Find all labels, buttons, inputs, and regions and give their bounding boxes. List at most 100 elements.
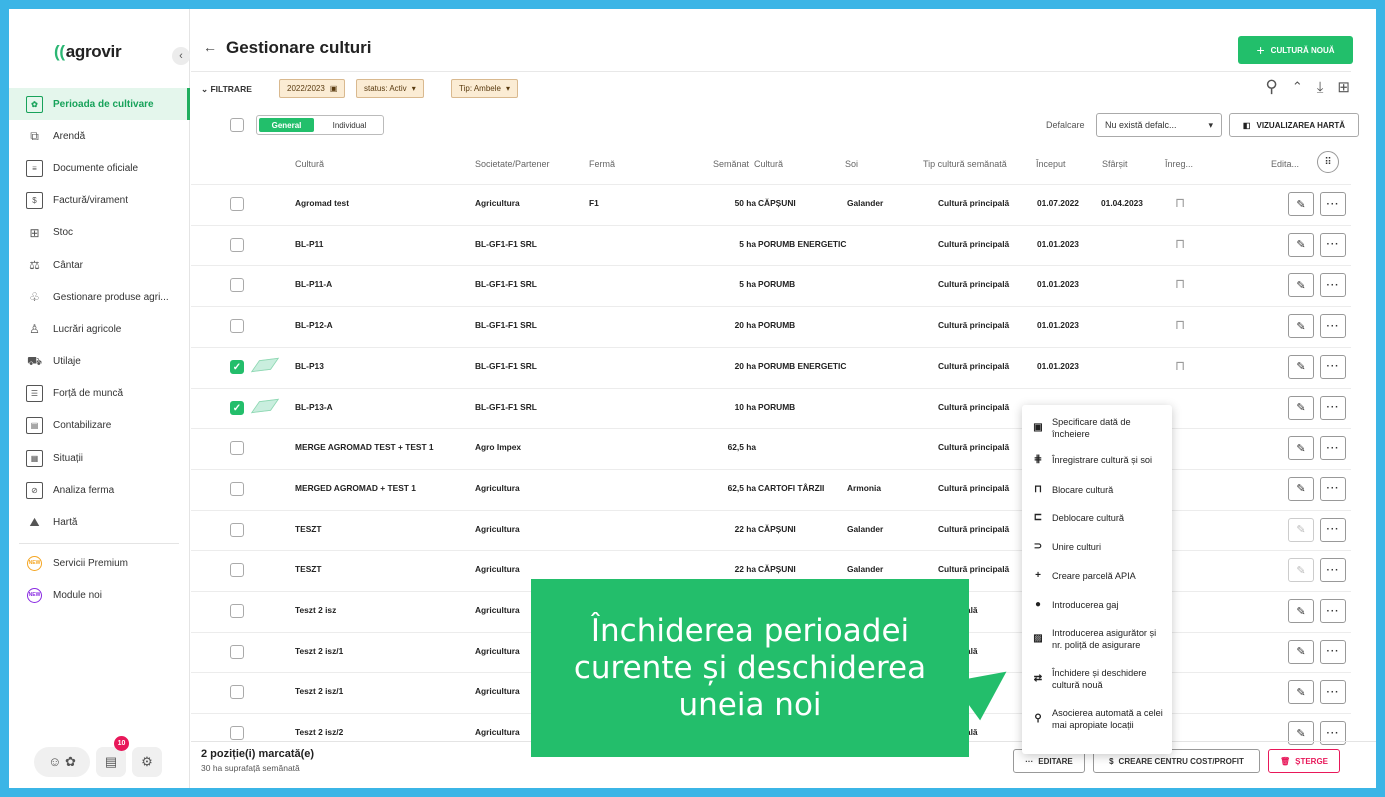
sidebar-item-analiza-ferma[interactable]: ⊘ Analiza ferma: [9, 474, 190, 506]
menu-item-creare-parcela[interactable]: + Creare parcelă APIA: [1022, 561, 1172, 590]
settings-button[interactable]: ⚙: [132, 747, 162, 777]
filter-chip-type[interactable]: Tip: Ambele ▾: [451, 79, 518, 98]
row-more-button[interactable]: ···: [1320, 354, 1346, 379]
tab-general[interactable]: General: [259, 118, 314, 132]
row-checkbox[interactable]: [230, 237, 244, 252]
sidebar-item-utilaje[interactable]: ⛟ Utilaje: [9, 346, 190, 378]
menu-item-asigurator[interactable]: ▨ Introducerea asigurător și nr. poliță d…: [1022, 619, 1172, 659]
menu-item-specificare[interactable]: ▣ Specificare dată de încheiere: [1022, 411, 1172, 445]
col-header-semanat[interactable]: Semănat: [713, 159, 749, 169]
menu-item-blocare[interactable]: ⊓ Blocare cultură: [1022, 475, 1172, 504]
row-more-button[interactable]: ···: [1320, 436, 1346, 461]
sidebar-item-lucrari-agricole[interactable]: ♙ Lucrări agricole: [9, 313, 190, 345]
messages-button[interactable]: ▤ 10: [96, 736, 129, 777]
row-checkbox[interactable]: [230, 522, 244, 537]
edit-row-button[interactable]: ✎: [1288, 517, 1314, 542]
row-more-button[interactable]: ···: [1320, 599, 1346, 623]
user-avatar[interactable]: ☺ ✿: [34, 747, 90, 777]
row-more-button[interactable]: ···: [1320, 476, 1346, 501]
col-header-tip[interactable]: Tip cultură semănată: [923, 159, 1007, 169]
delete-button[interactable]: 🗑 ȘTERGE: [1268, 749, 1340, 773]
filter-toggle[interactable]: ⌄ FILTRARE: [201, 84, 252, 95]
select-all-checkbox[interactable]: [230, 118, 244, 132]
row-checkbox[interactable]: [230, 726, 244, 741]
sidebar-item-harta[interactable]: ⛰ Hartă: [9, 506, 190, 538]
col-header-inreg[interactable]: Înreg...: [1165, 159, 1193, 169]
row-more-button[interactable]: ···: [1320, 639, 1346, 664]
menu-item-unire[interactable]: ⊃ Unire culturi: [1022, 532, 1172, 561]
row-checkbox[interactable]: [230, 644, 244, 659]
search-icon[interactable]: ⚲: [1265, 77, 1277, 97]
row-checkbox[interactable]: [230, 278, 244, 293]
edit-row-button[interactable]: ✎: [1288, 639, 1314, 664]
edit-row-button[interactable]: ✎: [1288, 192, 1314, 216]
app-logo[interactable]: ((agrovir: [54, 42, 122, 62]
column-settings-button[interactable]: ⠿: [1317, 151, 1339, 173]
col-header-cultura-2[interactable]: Cultură: [754, 159, 783, 169]
edit-row-button[interactable]: ✎: [1288, 599, 1314, 623]
row-more-button[interactable]: ···: [1320, 680, 1346, 705]
row-more-button[interactable]: ···: [1320, 314, 1346, 339]
row-checkbox[interactable]: [230, 563, 244, 578]
row-checkbox[interactable]: [230, 481, 244, 496]
menu-item-inchidere-deschidere[interactable]: ⇄ Închidere și deschidere cultură nouă: [1022, 659, 1172, 699]
sidebar-item-stoc[interactable]: ⊞ Stoc: [9, 217, 190, 249]
col-header-sfarsit[interactable]: Sfârșit: [1102, 159, 1128, 169]
sidebar-item-forta-de-munca[interactable]: ☰ Forță de muncă: [9, 378, 190, 410]
edit-row-button[interactable]: ✎: [1288, 354, 1314, 379]
tab-individual[interactable]: Individual: [316, 116, 383, 134]
menu-item-deblocare[interactable]: ⊏ Deblocare cultură: [1022, 504, 1172, 532]
row-more-button[interactable]: ···: [1320, 192, 1346, 216]
col-header-inceput[interactable]: Început: [1036, 159, 1066, 169]
download-icon[interactable]: ⤓: [1317, 79, 1324, 96]
sidebar-item-cantar[interactable]: ⚖ Cântar: [9, 249, 190, 281]
col-header-cultura[interactable]: Cultură: [295, 159, 324, 169]
unlock-icon[interactable]: ⊓: [1175, 276, 1185, 292]
sidebar-item-factura[interactable]: $ Factură/virament: [9, 185, 190, 217]
filter-chip-period[interactable]: 2022/2023 ▣: [279, 79, 346, 98]
map-view-button[interactable]: ◧ VIZUALIZAREA HARTĂ: [1229, 113, 1359, 137]
edit-row-button[interactable]: ✎: [1288, 232, 1314, 257]
sidebar-item-arenda[interactable]: ⧉ Arendă: [9, 120, 190, 152]
row-checkbox[interactable]: [230, 197, 244, 211]
unlock-icon[interactable]: ⊓: [1175, 317, 1185, 333]
row-more-button[interactable]: ···: [1320, 395, 1346, 420]
col-header-soi[interactable]: Soi: [845, 159, 858, 169]
sidebar-item-perioada-de-cultivare[interactable]: ✿ Perioada de cultivare: [9, 88, 190, 121]
row-more-button[interactable]: ···: [1320, 232, 1346, 257]
menu-item-gaj[interactable]: ● Introducerea gaj: [1022, 590, 1172, 619]
new-culture-button[interactable]: + CULTURĂ NOUĂ: [1238, 36, 1353, 64]
menu-item-inregistrare[interactable]: ⋕ Înregistrare cultură și soi: [1022, 445, 1172, 475]
col-header-ferma[interactable]: Fermă: [589, 159, 615, 169]
row-checkbox[interactable]: [230, 319, 244, 334]
edit-row-button[interactable]: ✎: [1288, 395, 1314, 420]
row-more-button[interactable]: ···: [1320, 273, 1346, 298]
row-more-button[interactable]: ···: [1320, 517, 1346, 542]
row-more-button[interactable]: ···: [1320, 558, 1346, 583]
unlock-icon[interactable]: ⊓: [1175, 195, 1185, 211]
collapse-sidebar-button[interactable]: ‹: [172, 47, 190, 65]
unlock-icon[interactable]: ⊓: [1175, 358, 1185, 374]
menu-item-asociere-locatii[interactable]: ⚲ Asocierea automată a celei mai apropiat…: [1022, 699, 1172, 739]
sidebar-item-gestionare-produse[interactable]: ♧ Gestionare produse agri...: [9, 281, 190, 313]
sidebar-item-situatii[interactable]: ▦ Situații: [9, 442, 190, 474]
edit-row-button[interactable]: ✎: [1288, 680, 1314, 705]
sidebar-item-contabilizare[interactable]: ▤ Contabilizare: [9, 410, 190, 442]
col-header-edita[interactable]: Edita...: [1271, 159, 1299, 169]
collapse-up-icon[interactable]: ⌃: [1292, 79, 1303, 95]
edit-row-button[interactable]: ✎: [1288, 436, 1314, 461]
sidebar-item-servicii-premium[interactable]: NEW Servicii Premium: [9, 547, 190, 579]
sidebar-item-module-noi[interactable]: NEW Module noi: [9, 579, 190, 611]
breakdown-select[interactable]: Nu există defalc... ▾: [1096, 113, 1222, 137]
row-checkbox[interactable]: [230, 441, 244, 456]
sidebar-item-documente-oficiale[interactable]: ≡ Documente oficiale: [9, 152, 190, 184]
row-checkbox[interactable]: ✓: [230, 400, 244, 415]
edit-row-button[interactable]: ✎: [1288, 476, 1314, 501]
column-layout-icon[interactable]: ⊞: [1337, 78, 1350, 96]
filter-chip-status[interactable]: status: Activ ▾: [356, 79, 424, 98]
edit-row-button[interactable]: ✎: [1288, 273, 1314, 298]
col-header-societate[interactable]: Societate/Partener: [475, 159, 550, 169]
back-arrow-icon[interactable]: ←: [203, 39, 217, 55]
row-checkbox[interactable]: ✓: [230, 359, 244, 374]
edit-row-button[interactable]: ✎: [1288, 314, 1314, 339]
